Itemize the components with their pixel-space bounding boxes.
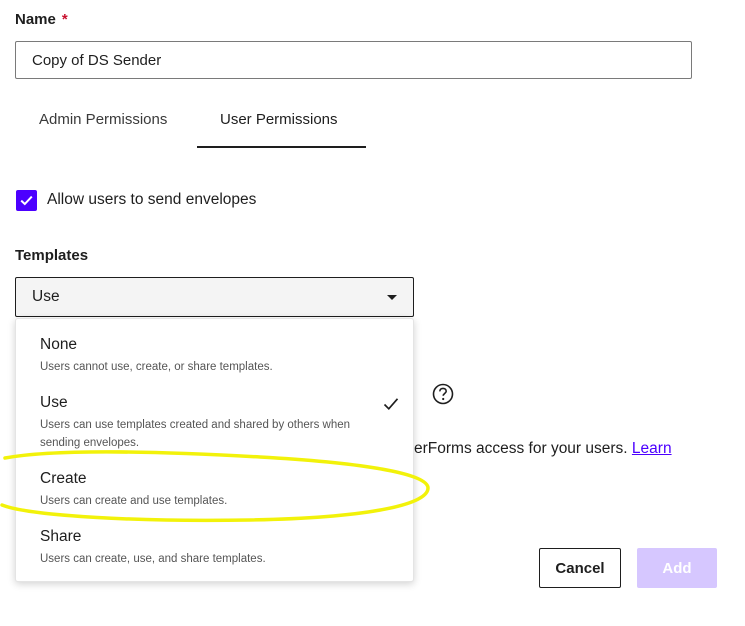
name-label: Name * [15,11,68,28]
learn-more-link[interactable]: Learn [632,440,672,457]
option-description: Users can create and use templates. [40,495,228,507]
forms-access-description: erForms access for your users. [414,440,628,457]
add-button[interactable]: Add [637,548,717,588]
option-title: None [40,336,78,353]
tab-admin-permissions[interactable]: Admin Permissions [39,111,167,128]
required-mark: * [61,11,68,28]
option-title: Share [40,528,82,545]
send-envelopes-checkbox[interactable] [16,190,37,211]
option-title: Create [40,470,87,487]
forms-access-text: erForms access for your users. Learn [414,440,672,458]
chevron-down-icon [387,295,397,300]
option-title: Use [40,394,68,411]
templates-label: Templates [15,247,89,264]
option-description: Users cannot use, create, or share templ… [40,361,273,373]
option-none[interactable]: None Users cannot use, create, or share … [16,319,413,377]
option-use[interactable]: Use Users can use templates created and … [16,377,413,453]
tab-user-permissions[interactable]: User Permissions [220,111,338,128]
option-share[interactable]: Share Users can create, use, and share t… [16,511,413,581]
name-input[interactable] [15,41,692,79]
option-description: Users can create, use, and share templat… [40,553,266,565]
cancel-button[interactable]: Cancel [539,548,621,588]
help-icon[interactable] [432,383,454,410]
send-envelopes-label: Allow users to send envelopes [47,191,257,208]
option-create[interactable]: Create Users can create and use template… [16,453,413,511]
name-label-text: Name [15,11,56,28]
templates-dropdown-menu: None Users cannot use, create, or share … [15,318,414,582]
selected-check-icon [383,397,399,416]
option-description: Users can use templates created and shar… [40,419,351,449]
checkmark-icon [20,195,33,206]
templates-select[interactable]: Use [15,277,414,317]
active-tab-indicator [197,146,366,148]
templates-select-value: Use [32,288,60,305]
